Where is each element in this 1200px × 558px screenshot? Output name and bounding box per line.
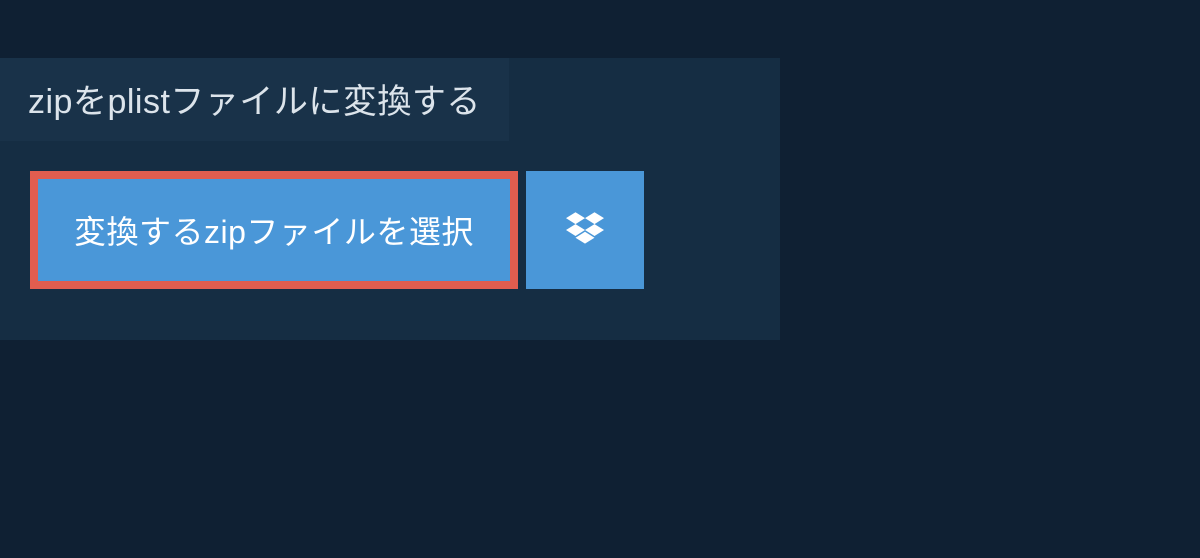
title-bar: zipをplistファイルに変換する	[0, 58, 509, 141]
conversion-panel: zipをplistファイルに変換する 変換するzipファイルを選択	[0, 58, 780, 340]
page-title: zipをplistファイルに変換する	[28, 83, 481, 121]
button-row: 変換するzipファイルを選択	[30, 171, 780, 289]
select-file-label: 変換するzipファイルを選択	[74, 207, 474, 253]
dropbox-icon	[566, 212, 604, 248]
select-file-button[interactable]: 変換するzipファイルを選択	[30, 171, 518, 289]
dropbox-button[interactable]	[526, 171, 644, 289]
